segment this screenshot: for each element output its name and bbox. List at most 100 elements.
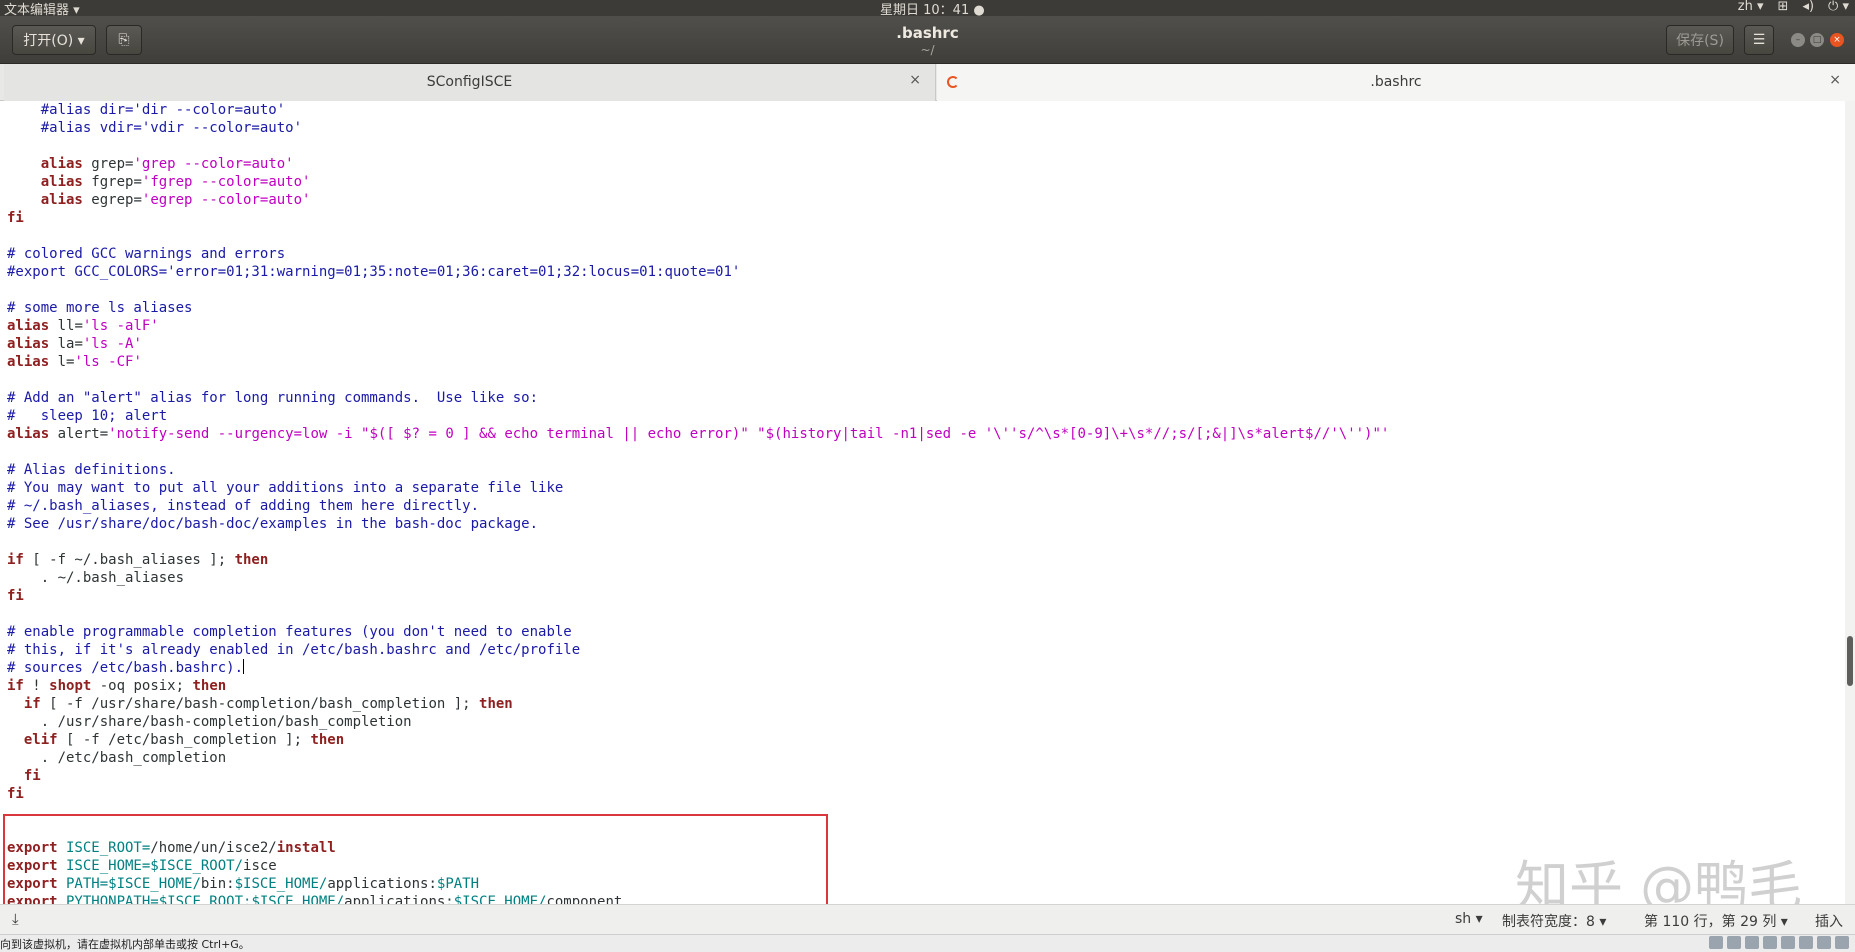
- tab-bashrc[interactable]: .bashrc ×: [937, 64, 1855, 101]
- network-adapter-icon[interactable]: [1745, 936, 1759, 949]
- code-line[interactable]: alias grep='grep --color=auto': [7, 155, 1389, 173]
- code-line[interactable]: alias egrep='egrep --color=auto': [7, 191, 1389, 209]
- code-line[interactable]: [7, 821, 1389, 839]
- code-token: if: [7, 678, 24, 694]
- tab-close-icon[interactable]: ×: [1829, 72, 1841, 88]
- code-line[interactable]: alias fgrep='fgrep --color=auto': [7, 173, 1389, 191]
- code-token: fi: [7, 786, 24, 802]
- code-token: if: [23, 696, 41, 712]
- minimize-icon[interactable]: –: [1791, 33, 1805, 47]
- code-line[interactable]: if ! shopt -oq posix; then: [7, 677, 1389, 695]
- display-icon[interactable]: [1817, 936, 1831, 949]
- code-line[interactable]: # See /usr/share/doc/bash-doc/examples i…: [7, 515, 1389, 533]
- code-line[interactable]: [7, 281, 1389, 299]
- code-token: . /etc/bash_completion: [7, 750, 227, 766]
- code-token: # this, if it's already enabled in /etc/…: [7, 642, 581, 658]
- code-token: /home/un/isce2/: [150, 840, 277, 856]
- code-token: alias: [40, 174, 83, 190]
- code-line[interactable]: [7, 803, 1389, 821]
- code-token: # enable programmable completion feature…: [7, 624, 572, 640]
- code-token: [ -f /usr/share/bash-completion/bash_com…: [40, 696, 480, 712]
- tab-close-icon[interactable]: ×: [909, 72, 921, 88]
- code-line[interactable]: #alias dir='dir --color=auto': [7, 101, 1389, 119]
- code-line[interactable]: # colored GCC warnings and errors: [7, 245, 1389, 263]
- maximize-icon[interactable]: □: [1810, 33, 1824, 47]
- code-line[interactable]: if [ -f /usr/share/bash-completion/bash_…: [7, 695, 1389, 713]
- download-icon[interactable]: ⤓: [12, 910, 19, 928]
- code-line[interactable]: fi: [7, 587, 1389, 605]
- code-token: then: [479, 696, 513, 712]
- code-line[interactable]: elif [ -f /etc/bash_completion ]; then: [7, 731, 1389, 749]
- code-content[interactable]: #alias dir='dir --color=auto' #alias vdi…: [7, 101, 1389, 904]
- code-line[interactable]: export PATH=$ISCE_HOME/bin:$ISCE_HOME/ap…: [7, 875, 1389, 893]
- code-line[interactable]: [7, 443, 1389, 461]
- sound-icon[interactable]: [1799, 936, 1813, 949]
- code-line[interactable]: [7, 227, 1389, 245]
- save-button[interactable]: 保存(S): [1666, 25, 1734, 55]
- code-line[interactable]: . /etc/bash_completion: [7, 749, 1389, 767]
- code-line[interactable]: [7, 605, 1389, 623]
- cd-icon[interactable]: [1727, 936, 1741, 949]
- code-token: !: [23, 678, 50, 694]
- code-line[interactable]: # sleep 10; alert: [7, 407, 1389, 425]
- code-line[interactable]: alias ll='ls -alF': [7, 317, 1389, 335]
- cursor-position[interactable]: 第 110 行，第 29 列 ▾: [1644, 911, 1788, 931]
- code-line[interactable]: # ~/.bash_aliases, instead of adding the…: [7, 497, 1389, 515]
- printer-icon[interactable]: [1781, 936, 1795, 949]
- power-icon[interactable]: ⏻ ▾: [1828, 0, 1849, 14]
- code-line[interactable]: [7, 371, 1389, 389]
- code-line[interactable]: [7, 533, 1389, 551]
- text-editor-area[interactable]: #alias dir='dir --color=auto' #alias vdi…: [0, 101, 1855, 904]
- code-token: # Add an "alert" alias for long running …: [7, 390, 539, 406]
- code-token: alias: [40, 156, 83, 172]
- code-line[interactable]: export ISCE_ROOT=/home/un/isce2/install: [7, 839, 1389, 857]
- hdd-icon[interactable]: [1709, 936, 1723, 949]
- tab-width-selector[interactable]: 制表符宽度：8 ▾: [1502, 911, 1606, 931]
- language-selector[interactable]: sh ▾: [1455, 911, 1483, 927]
- close-window-icon[interactable]: ×: [1830, 33, 1844, 47]
- code-token: 'ls -CF': [74, 354, 142, 370]
- code-line[interactable]: export ISCE_HOME=$ISCE_ROOT/isce: [7, 857, 1389, 875]
- vertical-scrollbar[interactable]: [1845, 101, 1855, 904]
- code-line[interactable]: # Add an "alert" alias for long running …: [7, 389, 1389, 407]
- code-token: # Alias definitions.: [7, 462, 176, 478]
- code-line[interactable]: alias alert='notify-send --urgency=low -…: [7, 425, 1389, 443]
- code-token: PATH=$ISCE_HOME/: [57, 876, 201, 892]
- usb-icon[interactable]: [1763, 936, 1777, 949]
- language-indicator[interactable]: zh ▾: [1738, 0, 1764, 14]
- code-line[interactable]: # Alias definitions.: [7, 461, 1389, 479]
- insert-mode-indicator[interactable]: 插入: [1815, 911, 1843, 931]
- code-line[interactable]: . /usr/share/bash-completion/bash_comple…: [7, 713, 1389, 731]
- code-line[interactable]: alias l='ls -CF': [7, 353, 1389, 371]
- code-line[interactable]: # You may want to put all your additions…: [7, 479, 1389, 497]
- code-line[interactable]: #export GCC_COLORS='error=01;31:warning=…: [7, 263, 1389, 281]
- code-token: [ -f /etc/bash_completion ];: [57, 732, 311, 748]
- code-token: then: [310, 732, 345, 748]
- code-token: elif: [23, 732, 58, 748]
- code-token: $PATH: [436, 876, 480, 892]
- code-token: applications:: [327, 876, 437, 892]
- code-token: alias: [7, 336, 50, 352]
- network-icon[interactable]: ⊞: [1778, 0, 1789, 14]
- code-line[interactable]: # some more ls aliases: [7, 299, 1389, 317]
- volume-icon[interactable]: ◂): [1802, 0, 1814, 14]
- code-line[interactable]: # enable programmable completion feature…: [7, 623, 1389, 641]
- code-line[interactable]: # sources /etc/bash.bashrc).: [7, 659, 1389, 677]
- code-line[interactable]: fi: [7, 767, 1389, 785]
- code-line[interactable]: #alias vdir='vdir --color=auto': [7, 119, 1389, 137]
- tab-sconfigisce[interactable]: SConfigISCE ×: [4, 64, 936, 101]
- code-line[interactable]: fi: [7, 209, 1389, 227]
- scrollbar-thumb[interactable]: [1847, 636, 1853, 686]
- code-line[interactable]: fi: [7, 785, 1389, 803]
- code-line[interactable]: if [ -f ~/.bash_aliases ]; then: [7, 551, 1389, 569]
- header-bar: 打开(O) ▾ ⎘ .bashrc ~/ 保存(S) ☰ – □ ×: [0, 16, 1855, 64]
- code-line[interactable]: . ~/.bash_aliases: [7, 569, 1389, 587]
- code-line[interactable]: [7, 137, 1389, 155]
- vm-hint-bar: 向到该虚拟机，请在虚拟机内部单击或按 Ctrl+G。: [0, 934, 1855, 952]
- tab-label: .bashrc: [1370, 74, 1422, 90]
- code-line[interactable]: alias la='ls -A': [7, 335, 1389, 353]
- code-line[interactable]: export PYTHONPATH=$ISCE_ROOT:$ISCE_HOME/…: [7, 893, 1389, 904]
- message-icon[interactable]: [1835, 936, 1849, 949]
- code-line[interactable]: # this, if it's already enabled in /etc/…: [7, 641, 1389, 659]
- hamburger-menu-button[interactable]: ☰: [1744, 25, 1774, 55]
